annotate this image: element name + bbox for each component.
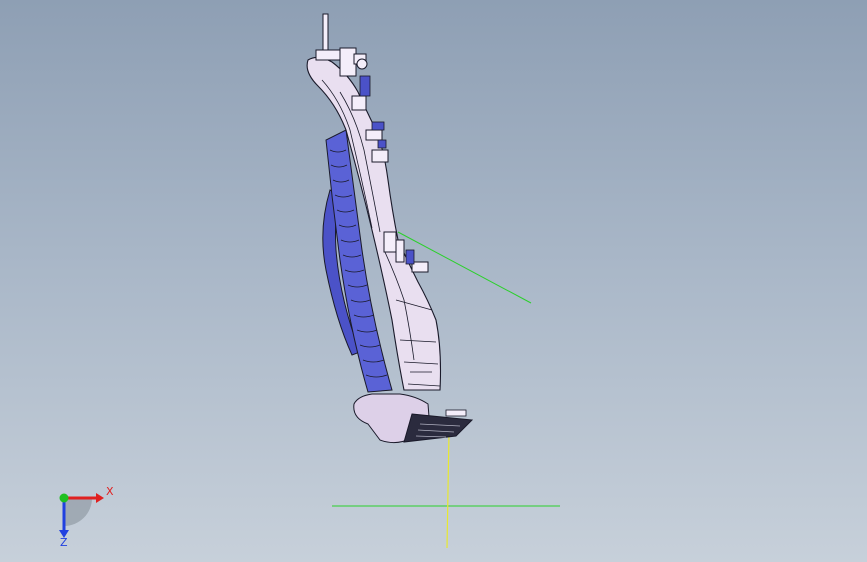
- cad-viewport[interactable]: X Z: [0, 0, 867, 562]
- triad-shade: [64, 498, 92, 526]
- connector-tab: [445, 409, 467, 417]
- triad-x-label: X: [106, 485, 114, 498]
- cad-part[interactable]: [306, 13, 474, 444]
- reference-line-vertical: [446, 431, 450, 549]
- orientation-triad[interactable]: X Z: [40, 478, 120, 548]
- triad-z-label: Z: [60, 536, 68, 548]
- part-bottom-connector: [403, 413, 474, 443]
- triad-y-axis: [59, 493, 69, 503]
- model-scene[interactable]: [0, 0, 867, 562]
- triad-x-arrow: [96, 493, 104, 503]
